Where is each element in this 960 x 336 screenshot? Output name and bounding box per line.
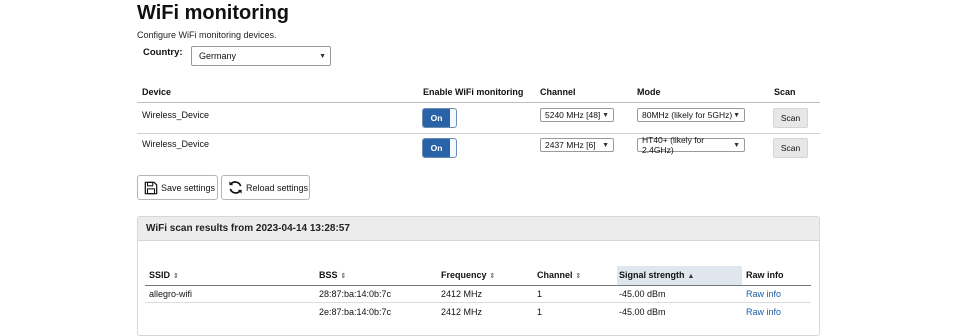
th-signal[interactable]: Signal strength ▲ (619, 270, 694, 280)
th-frequency-label: Frequency (441, 270, 487, 280)
refresh-icon (229, 181, 242, 194)
sort-both-icon: ⇕ (575, 273, 582, 280)
raw-info-link[interactable]: Raw info (746, 289, 781, 299)
page-title: WiFi monitoring (137, 2, 290, 24)
channel-select[interactable]: 5240 MHz [48] ▼ (540, 108, 614, 122)
toggle-on-label: On (423, 109, 450, 127)
chevron-down-icon: ▼ (602, 111, 609, 119)
th-raw: Raw info (746, 270, 784, 280)
scan-frequency: 2412 MHz (441, 289, 483, 299)
country-label: Country: (143, 47, 183, 58)
country-select[interactable]: Germany ▼ (191, 46, 331, 66)
scan-table-divider (145, 285, 811, 286)
save-settings-label: Save settings (161, 182, 216, 193)
th-frequency[interactable]: Frequency ⇕ (441, 270, 495, 280)
channel-select-value: 5240 MHz [48] (545, 110, 601, 120)
page-subtitle: Configure WiFi monitoring devices. (137, 30, 277, 40)
scan-bss: 28:87:ba:14:0b:7c (319, 289, 392, 299)
scan-channel: 1 (537, 289, 543, 299)
sort-both-icon: ⇕ (489, 273, 496, 280)
th-device: Device (142, 87, 172, 97)
scan-channel: 1 (537, 307, 543, 317)
raw-info-link[interactable]: Raw info (746, 307, 781, 317)
scan-button[interactable]: Scan (773, 108, 808, 128)
channel-select-value: 2437 MHz [6] (545, 140, 596, 150)
scan-results-heading: WiFi scan results from 2023-04-14 13:28:… (138, 217, 819, 241)
th-scan: Scan (774, 87, 796, 97)
sort-both-icon: ⇕ (173, 273, 179, 280)
th-channel: Channel (540, 87, 576, 97)
floppy-disk-icon (144, 181, 158, 194)
reload-settings-button[interactable]: Reload settings (221, 175, 310, 200)
monitoring-toggle[interactable]: On (422, 138, 457, 158)
country-select-value: Germany (199, 51, 237, 61)
scan-row-divider (145, 302, 811, 303)
sort-up-icon: ▲ (687, 273, 695, 280)
th-bss[interactable]: BSS ⇕ (319, 270, 346, 280)
scan-frequency: 2412 MHz (441, 307, 483, 317)
th-ssid[interactable]: SSID ⇕ (149, 270, 179, 280)
scan-button[interactable]: Scan (773, 138, 808, 158)
scan-bss: 2e:87:ba:14:0b:7c (319, 307, 392, 317)
mode-select[interactable]: HT40+ (likely for 2.4GHz) ▼ (637, 135, 745, 155)
reload-settings-label: Reload settings (246, 182, 309, 193)
mode-select-value: 80MHz (likely for 5GHz) (642, 110, 733, 120)
chevron-down-icon: ▼ (733, 111, 740, 119)
th-ssid-label: SSID (149, 270, 171, 280)
scan-ssid: allegro-wifi (149, 289, 193, 299)
scan-signal: -45.00 dBm (619, 307, 666, 317)
chevron-down-icon: ▼ (319, 52, 326, 60)
th-mode: Mode (637, 87, 661, 97)
row-divider (137, 133, 820, 134)
save-settings-button[interactable]: Save settings (137, 175, 218, 200)
scan-signal: -45.00 dBm (619, 289, 666, 299)
th-channel-scan-label: Channel (537, 270, 573, 280)
th-enable: Enable WiFi monitoring (423, 87, 524, 97)
toggle-on-label: On (423, 139, 450, 157)
device-name: Wireless_Device (142, 110, 210, 120)
mode-select[interactable]: 80MHz (likely for 5GHz) ▼ (637, 108, 745, 122)
chevron-down-icon: ▼ (602, 141, 609, 149)
chevron-down-icon: ▼ (733, 141, 740, 149)
device-name: Wireless_Device (142, 139, 210, 149)
monitoring-toggle[interactable]: On (422, 108, 457, 128)
channel-select[interactable]: 2437 MHz [6] ▼ (540, 138, 614, 152)
th-bss-label: BSS (319, 270, 338, 280)
th-channel-scan[interactable]: Channel ⇕ (537, 270, 581, 280)
table-divider (137, 102, 820, 103)
th-signal-label: Signal strength (619, 270, 685, 280)
mode-select-value: HT40+ (likely for 2.4GHz) (642, 135, 705, 155)
sort-both-icon: ⇕ (340, 273, 347, 280)
